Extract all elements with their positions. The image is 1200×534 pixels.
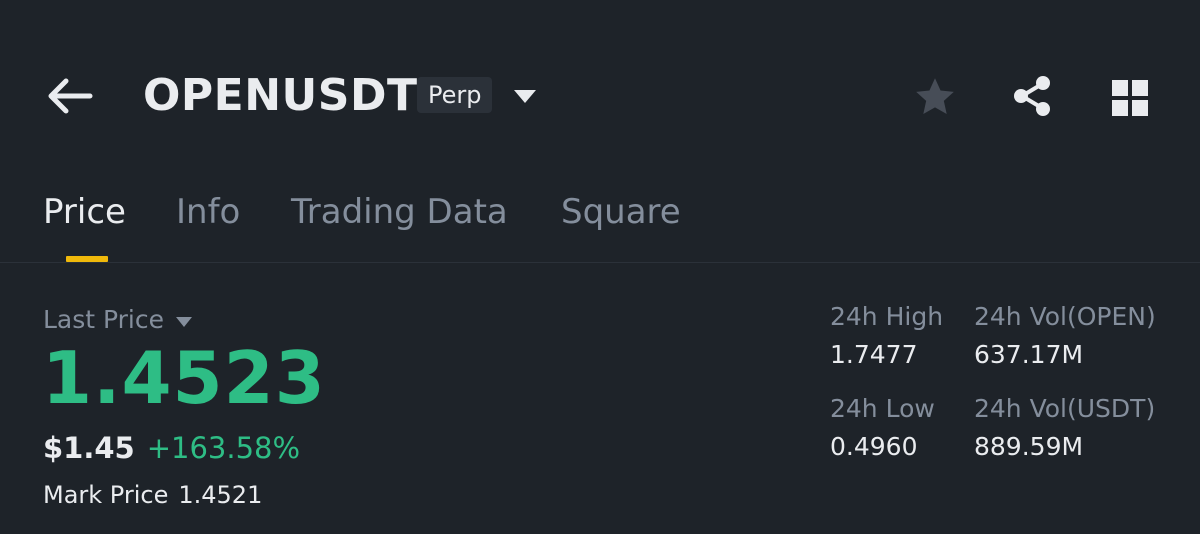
symbol-dropdown-button[interactable]	[510, 84, 540, 108]
vol-base-value: 637.17M	[974, 340, 1084, 369]
tab-info[interactable]: Info	[176, 186, 240, 238]
more-menu-button[interactable]	[1108, 76, 1152, 120]
vol-quote-value: 889.59M	[974, 432, 1084, 461]
pair-symbol[interactable]: OPENUSDT	[143, 70, 418, 122]
mark-price-value: 1.4521	[178, 481, 263, 509]
high-24h-label: 24h High	[830, 302, 944, 331]
back-arrow-icon	[48, 78, 93, 114]
favorite-button[interactable]	[912, 74, 958, 120]
tab-divider	[0, 262, 1200, 263]
vol-quote-label: 24h Vol(USDT)	[974, 394, 1156, 423]
share-icon	[1014, 76, 1050, 116]
share-button[interactable]	[1008, 72, 1056, 120]
grid-icon	[1112, 80, 1148, 116]
last-price-selector[interactable]: Last Price	[43, 303, 194, 338]
last-price-value: 1.4523	[42, 336, 326, 420]
mark-price-label: Mark Price	[43, 481, 169, 509]
header-bar: OPENUSDT Perp	[0, 0, 1200, 190]
price-change-percent: +163.58%	[146, 431, 301, 465]
usd-price-line: $1.45 +163.58%	[43, 428, 300, 468]
last-price-label: Last Price	[43, 305, 165, 334]
contract-type-badge: Perp	[417, 77, 493, 113]
tab-bar: Price Info Trading Data Square	[0, 186, 1200, 262]
low-24h-label: 24h Low	[830, 394, 935, 423]
tab-trading-data[interactable]: Trading Data	[291, 186, 508, 238]
caret-down-icon	[514, 90, 536, 103]
tab-square[interactable]: Square	[561, 186, 681, 238]
usd-price: $1.45	[43, 431, 135, 465]
low-24h-value: 0.4960	[830, 432, 918, 461]
vol-base-label: 24h Vol(OPEN)	[974, 302, 1156, 331]
high-24h-value: 1.7477	[830, 340, 918, 369]
star-icon	[916, 78, 954, 115]
tab-price[interactable]: Price	[43, 186, 126, 238]
caret-down-icon	[174, 304, 194, 338]
back-button[interactable]	[44, 72, 96, 120]
mark-price-line: Mark Price 1.4521	[43, 478, 262, 512]
